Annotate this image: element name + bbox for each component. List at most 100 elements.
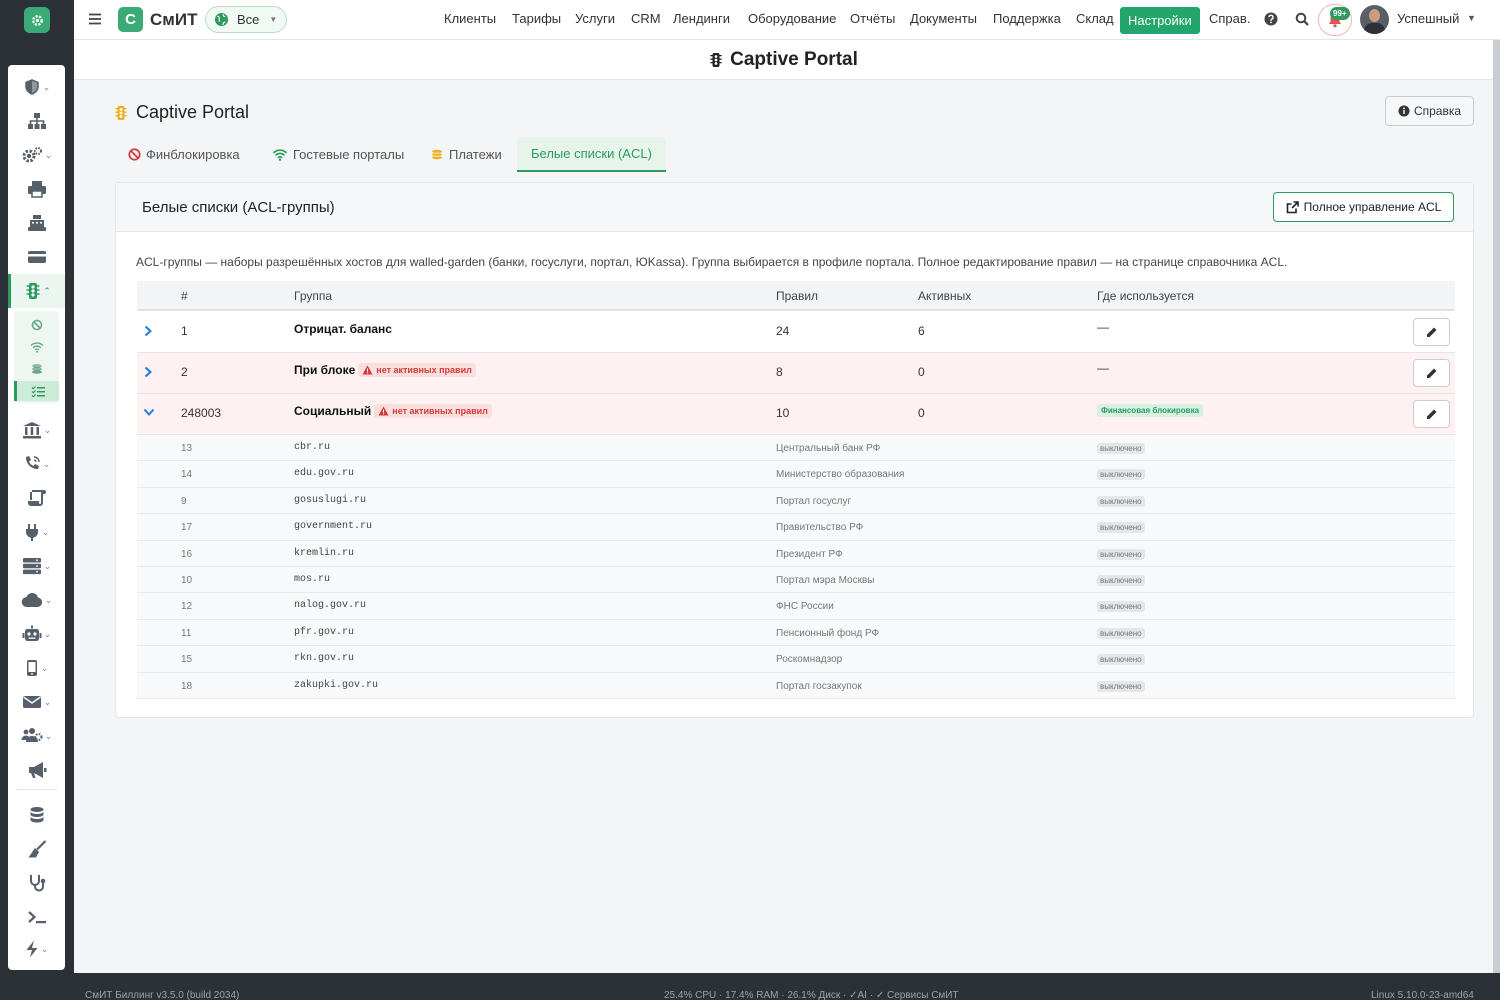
tab-label: Белые списки (ACL): [531, 146, 652, 161]
table-row[interactable]: 1 Отрицат. баланс 24 6 —: [137, 312, 1455, 353]
table-row[interactable]: 248003 Социальный нет активных правил 10…: [137, 394, 1455, 435]
tab-finblock[interactable]: Финблокировка: [128, 137, 240, 172]
chevron-right-icon[interactable]: [143, 366, 153, 378]
nav-reference[interactable]: Справ.: [1209, 11, 1250, 26]
edit-button[interactable]: [1413, 318, 1450, 346]
acl-button-label: Полное управление ACL: [1303, 200, 1442, 214]
nav-crm[interactable]: CRM: [631, 11, 661, 26]
submenu-item-payments[interactable]: [14, 359, 59, 379]
brand[interactable]: C СмИТ: [118, 7, 197, 32]
user-name[interactable]: Успешный: [1397, 11, 1459, 26]
sidebar-item-security[interactable]: ⌄: [8, 72, 65, 102]
sidebar-item-network[interactable]: [8, 106, 65, 136]
acl-rule-row: 16 kremlin.ru Президент РФ выключено: [137, 540, 1455, 567]
acl-card: Белые списки (ACL-группы) Полное управле…: [115, 182, 1474, 718]
card-title: Белые списки (ACL-группы): [142, 199, 335, 216]
nav-reports[interactable]: Отчёты: [850, 11, 895, 26]
nav-documents[interactable]: Документы: [910, 11, 977, 26]
user-menu-chevron-icon[interactable]: ▼: [1467, 13, 1476, 23]
nav-settings[interactable]: Настройки: [1120, 7, 1200, 34]
nav-tariffs[interactable]: Тарифы: [512, 11, 561, 26]
page-header-title: Captive Portal: [730, 48, 858, 70]
group-name-text: Социальный: [294, 404, 372, 418]
question-circle-icon[interactable]: [1264, 12, 1278, 26]
rule-host: cbr.ru: [294, 442, 331, 453]
cloud-icon: [21, 592, 43, 608]
sidebar-item-servers[interactable]: ⌄: [8, 551, 65, 581]
sidebar-item-cleanup[interactable]: [8, 834, 65, 864]
sidebar-item-bank[interactable]: ⌄: [8, 415, 65, 445]
sidebar-item-automation[interactable]: ⌄: [8, 619, 65, 649]
hamburger-menu-icon[interactable]: [88, 12, 102, 26]
acl-rule-row: 17 government.ru Правительство РФ выключ…: [137, 514, 1455, 541]
rule-id: 17: [181, 522, 193, 534]
rule-status-badge: выключено: [1097, 575, 1145, 586]
badge-text: нет активных правил: [392, 406, 488, 416]
active-count: 0: [918, 406, 925, 420]
nav-equipment[interactable]: Оборудование: [748, 11, 836, 26]
edit-button[interactable]: [1413, 400, 1450, 428]
scrollbar[interactable]: [1493, 40, 1500, 973]
tab-label: Платежи: [449, 147, 502, 162]
submenu-item-acl[interactable]: [14, 381, 59, 401]
nav-support[interactable]: Поддержка: [993, 11, 1061, 26]
chevron-down-icon[interactable]: [143, 407, 155, 417]
sidebar-item-mobile[interactable]: ⌄: [8, 653, 65, 683]
broom-icon: [27, 840, 47, 858]
sidebar-item-print[interactable]: [8, 174, 65, 204]
wifi-icon: [30, 341, 44, 353]
sidebar-item-marketing[interactable]: [8, 755, 65, 785]
nav-services[interactable]: Услуги: [575, 11, 615, 26]
tab-payments[interactable]: Платежи: [430, 137, 502, 172]
tab-acl[interactable]: Белые списки (ACL): [517, 137, 666, 172]
sidebar-item-scroll[interactable]: [8, 483, 65, 513]
sidebar-item-payments[interactable]: [8, 242, 65, 272]
app-logo[interactable]: [0, 0, 74, 40]
chevron-right-icon[interactable]: [143, 325, 153, 337]
sidebar-item-diagnostics[interactable]: [8, 868, 65, 898]
nav-warehouse[interactable]: Склад: [1076, 11, 1114, 26]
sidebar-item-settings[interactable]: ⌄: [8, 140, 65, 170]
avatar[interactable]: [1360, 5, 1389, 34]
rule-host: government.ru: [294, 521, 373, 533]
sidebar-item-mail[interactable]: ⌄: [8, 687, 65, 717]
rule-description: Президент РФ: [776, 548, 843, 560]
help-button[interactable]: Справка: [1385, 96, 1474, 126]
brand-name: СмИТ: [150, 9, 198, 29]
rule-host: mos.ru: [294, 574, 331, 585]
sidebar-item-plugins[interactable]: ⌄: [8, 517, 65, 547]
rule-status-badge: выключено: [1097, 443, 1145, 454]
card-description: ACL-группы — наборы разрешённых хостов д…: [136, 255, 1288, 269]
full-acl-management-button[interactable]: Полное управление ACL: [1273, 192, 1454, 222]
submenu-item-finblock[interactable]: [14, 315, 59, 335]
notifications-button[interactable]: 99+: [1318, 4, 1352, 36]
rule-host: zakupki.gov.ru: [294, 679, 379, 691]
sidebar-item-cloud[interactable]: ⌄: [8, 585, 65, 615]
column-header-group: Группа: [294, 289, 333, 303]
brand-logo: C: [118, 7, 143, 32]
sidebar-item-cashbox[interactable]: [8, 208, 65, 238]
edit-button[interactable]: [1413, 359, 1450, 387]
sidebar-item-users[interactable]: ⌄: [8, 721, 65, 751]
nav-landings[interactable]: Лендинги: [673, 11, 730, 26]
main-content: Captive Portal Captive Portal Справка Фи…: [74, 40, 1493, 973]
sidebar-item-captive-portal[interactable]: ⌃: [8, 274, 65, 308]
acl-rule-row: 13 cbr.ru Центральный банк РФ выключено: [137, 435, 1455, 462]
column-header-used-in: Где используется: [1097, 289, 1194, 303]
tab-guest-portals[interactable]: Гостевые порталы: [272, 137, 404, 172]
group-id: 2: [181, 365, 188, 379]
sidebar-item-database[interactable]: [8, 800, 65, 830]
rules-count: 24: [776, 324, 790, 338]
sidebar-item-console[interactable]: [8, 902, 65, 932]
group-name: Социальный нет активных правил: [294, 404, 492, 418]
search-icon[interactable]: [1295, 12, 1309, 26]
table-row[interactable]: 2 При блоке нет активных правил 8 0 —: [137, 353, 1455, 394]
users-gear-icon: [21, 727, 43, 745]
nav-clients[interactable]: Клиенты: [444, 11, 496, 26]
server-icon: [22, 557, 42, 575]
sidebar-item-telephony[interactable]: ⌄: [8, 449, 65, 479]
sidebar-item-quick-actions[interactable]: ⌄: [8, 934, 65, 964]
scope-selector[interactable]: Все ▼: [205, 6, 287, 33]
robot-icon: [22, 625, 42, 643]
submenu-item-guest-portals[interactable]: [14, 337, 59, 357]
